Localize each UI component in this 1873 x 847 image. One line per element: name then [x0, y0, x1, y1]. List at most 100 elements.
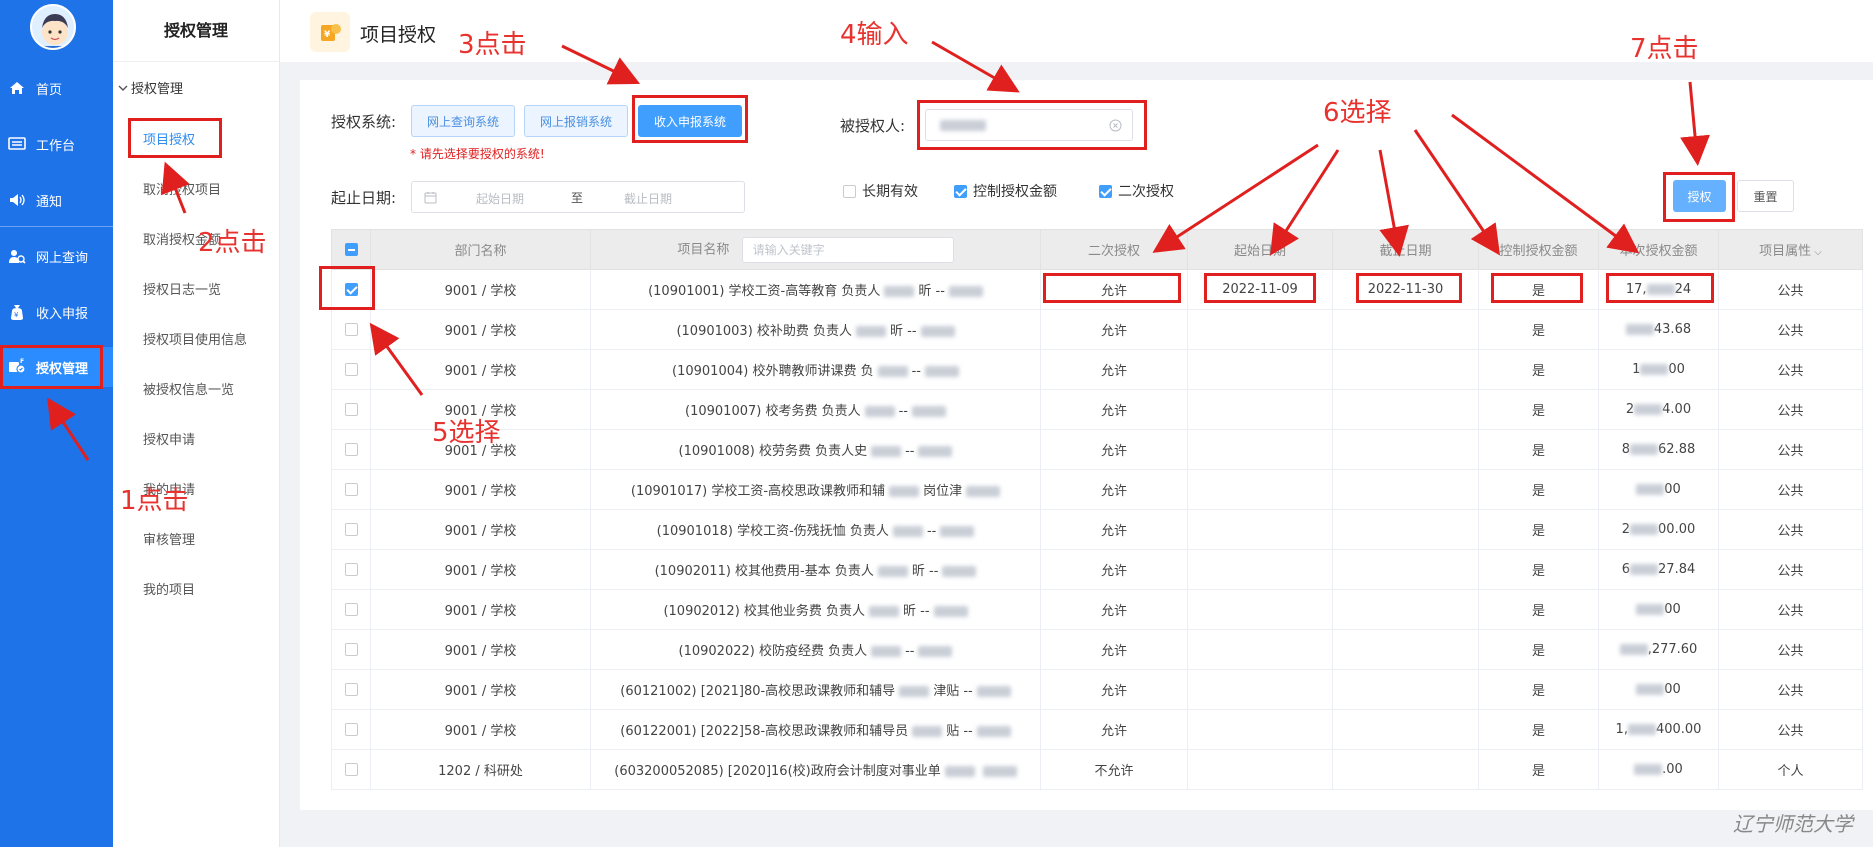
option-secondary-auth[interactable]: 二次授权 [1099, 181, 1174, 201]
cell-end-date[interactable] [1332, 349, 1479, 390]
sidebar-item-granted-info[interactable]: 被授权信息一览 [143, 379, 234, 398]
row-checkbox[interactable] [344, 723, 358, 736]
cell-start-date[interactable] [1187, 429, 1333, 470]
cell-secondary[interactable]: 允许 [1040, 589, 1188, 630]
cell-control-amount[interactable]: 是 [1478, 309, 1599, 350]
cell-end-date[interactable] [1332, 469, 1479, 510]
cell-amount[interactable]: 1 00 [1598, 349, 1719, 390]
table-row[interactable]: 9001 / 学校 (10901018) 学校工资-伤残抚恤 负责人 -- 允许是 2 0… [331, 509, 1863, 550]
cell-amount[interactable]: 1, 400.00 [1598, 709, 1719, 750]
row-checkbox[interactable] [344, 763, 358, 776]
cell-secondary[interactable]: 允许 [1040, 349, 1188, 390]
sidebar-group-authorization[interactable]: 授权管理 [117, 78, 183, 97]
table-row[interactable]: 9001 / 学校 (10902011) 校其他费用-基本 负责人昕 -- 允许是 6… [331, 549, 1863, 590]
row-select-cell[interactable] [331, 429, 371, 470]
row-checkbox[interactable] [344, 483, 358, 496]
row-select-cell[interactable] [331, 389, 371, 430]
cell-start-date[interactable] [1187, 309, 1333, 350]
cell-secondary[interactable]: 允许 [1040, 309, 1188, 350]
rail-item-online-query[interactable]: 网上查询 [0, 236, 113, 276]
cell-start-date[interactable] [1187, 549, 1333, 590]
cell-control-amount[interactable]: 是 [1478, 389, 1599, 430]
cell-secondary[interactable]: 允许 [1040, 509, 1188, 550]
cell-start-date[interactable] [1187, 509, 1333, 550]
row-checkbox[interactable] [344, 403, 358, 416]
cell-end-date[interactable] [1332, 669, 1479, 710]
cell-start-date[interactable] [1187, 389, 1333, 430]
sidebar-item-auth-log[interactable]: 授权日志一览 [143, 279, 221, 298]
sidebar-item-review[interactable]: 审核管理 [143, 529, 195, 548]
option-long-term[interactable]: 长期有效 [843, 181, 918, 201]
cell-end-date[interactable] [1332, 589, 1479, 630]
cell-start-date[interactable] [1187, 349, 1333, 390]
cell-start-date[interactable] [1187, 589, 1333, 630]
cell-amount[interactable]: 2 00.00 [1598, 509, 1719, 550]
table-row[interactable]: 1202 / 科研处 (603200052085) [2020]16(校)政府会计… [331, 749, 1863, 790]
keyword-search-input[interactable]: 请输入关键字 [741, 236, 954, 263]
cell-secondary[interactable]: 允许 [1040, 469, 1188, 510]
select-all-checkbox[interactable] [344, 243, 358, 256]
cell-secondary[interactable]: 允许 [1040, 389, 1188, 430]
cell-secondary[interactable]: 允许 [1040, 669, 1188, 710]
cell-amount[interactable]: 6 27.84 [1598, 549, 1719, 590]
table-row[interactable]: 9001 / 学校 (60121002) [2021]80-高校思政课教师和辅导 津… [331, 669, 1863, 710]
rail-item-notice[interactable]: 通知 [0, 180, 113, 220]
table-row[interactable]: 9001 / 学校 (10902012) 校其他业务费 负责人 昕 -- 允许 是 00 公… [331, 589, 1863, 630]
sidebar-item-auth-request[interactable]: 授权申请 [143, 429, 195, 448]
online-query-system-button[interactable]: 网上查询系统 [411, 105, 515, 137]
cell-end-date[interactable] [1332, 389, 1479, 430]
long-term-checkbox[interactable] [843, 184, 856, 198]
cell-amount[interactable]: 00 [1598, 589, 1719, 630]
table-row[interactable]: 9001 / 学校 (60122001) [2022]58-高校思政课教师和辅导员… [331, 709, 1863, 750]
cell-control-amount[interactable]: 是 [1478, 469, 1599, 510]
sidebar-item-my-projects[interactable]: 我的项目 [143, 579, 195, 598]
rail-item-income-declare[interactable]: ¥ 收入申报 [0, 292, 113, 332]
cell-amount[interactable]: .00 [1598, 749, 1719, 790]
cell-control-amount[interactable]: 是 [1478, 629, 1599, 670]
row-select-cell[interactable] [331, 629, 371, 670]
sidebar-item-cancel-project[interactable]: 取消授权项目 [143, 179, 221, 198]
cell-amount[interactable]: 43.68 [1598, 309, 1719, 350]
cell-end-date[interactable] [1332, 509, 1479, 550]
cell-end-date[interactable] [1332, 749, 1479, 790]
table-row[interactable]: 9001 / 学校 (10901004) 校外聘教师讲课费 负 -- 允许 是 1 00 公共 [331, 349, 1863, 390]
row-checkbox[interactable] [344, 523, 358, 536]
cell-start-date[interactable] [1187, 469, 1333, 510]
cell-secondary[interactable]: 允许 [1040, 549, 1188, 590]
cell-end-date[interactable] [1332, 709, 1479, 750]
row-checkbox[interactable] [344, 643, 358, 656]
cell-end-date[interactable] [1332, 629, 1479, 670]
cell-secondary[interactable]: 允许 [1040, 709, 1188, 750]
cell-end-date[interactable] [1332, 309, 1479, 350]
cell-secondary[interactable]: 允许 [1040, 429, 1188, 470]
rail-item-home[interactable]: 首页 [0, 68, 113, 108]
row-checkbox[interactable] [344, 323, 358, 336]
cell-end-date[interactable] [1332, 429, 1479, 470]
row-checkbox[interactable] [344, 603, 358, 616]
row-select-cell[interactable] [331, 469, 371, 510]
cell-control-amount[interactable]: 是 [1478, 749, 1599, 790]
user-avatar[interactable] [30, 4, 76, 50]
cell-amount[interactable]: 00 [1598, 669, 1719, 710]
cell-control-amount[interactable]: 是 [1478, 509, 1599, 550]
control-amount-checkbox[interactable] [954, 184, 967, 198]
row-checkbox[interactable] [344, 683, 358, 696]
row-select-cell[interactable] [331, 709, 371, 750]
row-select-cell[interactable] [331, 749, 371, 790]
row-select-cell[interactable] [331, 349, 371, 390]
cell-control-amount[interactable]: 是 [1478, 549, 1599, 590]
table-row[interactable]: 9001 / 学校 (10901003) 校补助费 负责人 昕 -- 允许 是 43.68… [331, 309, 1863, 350]
table-row[interactable]: 9001 / 学校 (10902022) 校防疫经费 负责人 -- 允许 是 ,277.6… [331, 629, 1863, 670]
cell-amount[interactable]: 2 4.00 [1598, 389, 1719, 430]
row-checkbox[interactable] [344, 563, 358, 576]
cell-control-amount[interactable]: 是 [1478, 709, 1599, 750]
cell-control-amount[interactable]: 是 [1478, 349, 1599, 390]
table-row[interactable]: 9001 / 学校 (10901017) 学校工资-高校思政课教师和辅 岗位津 允许 是… [331, 469, 1863, 510]
row-checkbox[interactable] [344, 443, 358, 456]
row-select-cell[interactable] [331, 549, 371, 590]
cell-amount[interactable]: 00 [1598, 469, 1719, 510]
online-reimburse-system-button[interactable]: 网上报销系统 [524, 105, 628, 137]
cell-start-date[interactable] [1187, 629, 1333, 670]
sidebar-item-auth-usage[interactable]: 授权项目使用信息 [143, 329, 247, 348]
secondary-auth-checkbox[interactable] [1099, 184, 1112, 198]
